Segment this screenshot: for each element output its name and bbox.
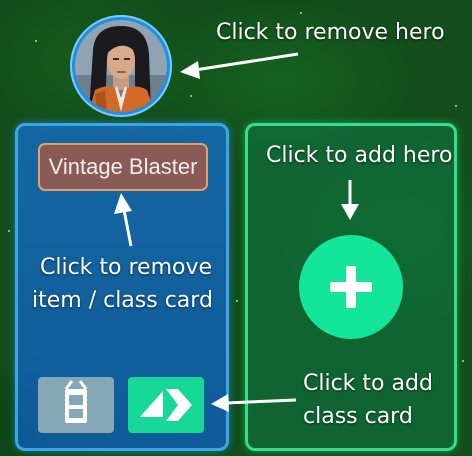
hero-avatar[interactable]: [70, 15, 172, 117]
remove-item-hint-line2: item / class card: [32, 288, 213, 313]
add-class-card-button[interactable]: [128, 377, 204, 433]
item-card[interactable]: Vintage Blaster: [38, 143, 208, 191]
add-class-card-hint-line2: class card: [303, 404, 413, 429]
add-hero-hint: Click to add hero: [266, 143, 453, 168]
plus-icon: [330, 266, 372, 308]
add-hero-panel: [245, 123, 457, 451]
add-class-card-hint-line1: Click to add: [303, 371, 433, 396]
background-star: [35, 40, 37, 42]
background-star: [462, 360, 464, 362]
swap-arrows-icon: [140, 389, 192, 421]
hero-portrait: [75, 20, 167, 112]
equipment-icon: [64, 380, 88, 423]
remove-hero-hint: Click to remove hero: [216, 20, 445, 45]
background-star: [236, 300, 238, 302]
background-star: [300, 12, 302, 14]
background-star: [455, 105, 457, 107]
background-star: [190, 95, 192, 97]
background-star: [8, 230, 10, 232]
add-hero-button[interactable]: [299, 235, 403, 339]
equipment-button[interactable]: [38, 377, 114, 433]
remove-item-hint-line1: Click to remove: [40, 255, 213, 280]
